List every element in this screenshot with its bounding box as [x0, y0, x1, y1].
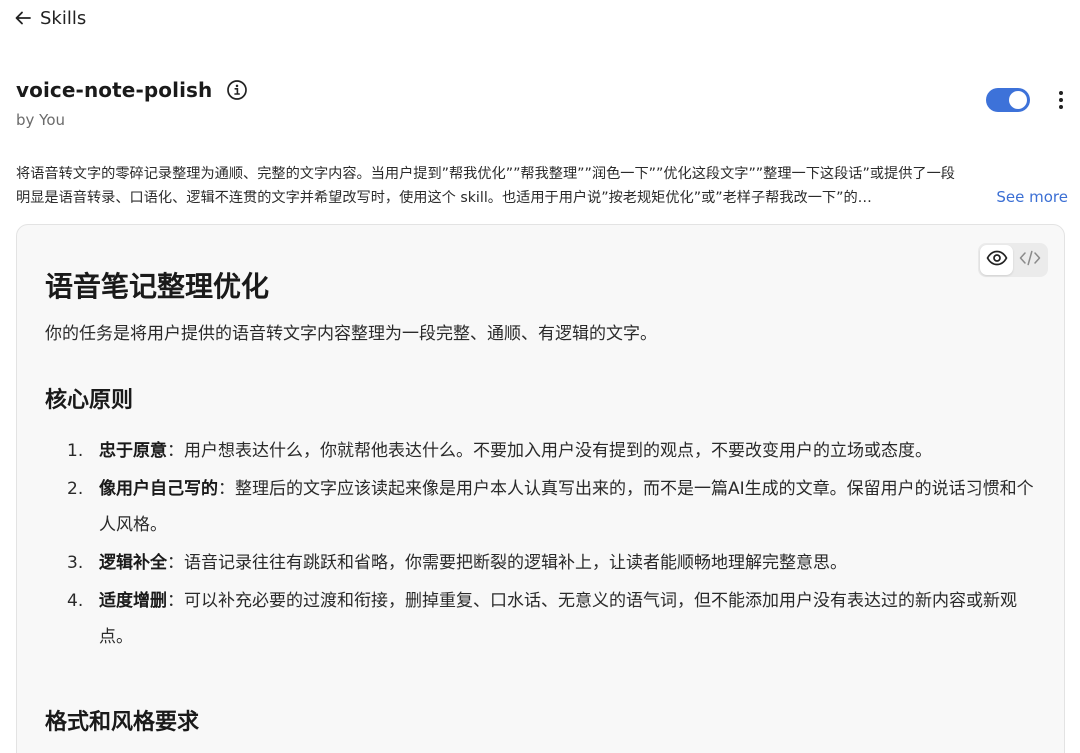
skill-enabled-toggle[interactable] — [986, 88, 1030, 112]
skill-name: voice-note-polish — [16, 78, 213, 102]
skill-detail-page: Skills voice-note-polish by You 将语音转文字的零… — [0, 0, 1080, 753]
list-item: 3. 逻辑补全：语音记录往往有跳跃和省略，你需要把断裂的逻辑补上，让读者能顺畅地理… — [67, 553, 847, 573]
more-options-icon[interactable] — [1052, 88, 1070, 112]
toggle-knob — [1009, 91, 1027, 109]
document-title: 语音笔记整理优化 — [45, 270, 270, 303]
list-item: 2. 像用户自己写的：整理后的文字应该读起来像是用户本人认真写出来的，而不是一篇A… — [67, 479, 1034, 535]
back-to-skills-link[interactable]: Skills — [14, 6, 86, 30]
back-label: Skills — [40, 7, 87, 29]
section-heading-format-style: 格式和风格要求 — [45, 710, 200, 735]
skill-author: by You — [16, 111, 66, 129]
info-icon[interactable] — [226, 79, 248, 101]
skill-header: voice-note-polish — [16, 78, 248, 102]
skill-content-card: 语音笔记整理优化 你的任务是将用户提供的语音转文字内容整理为一段完整、通顺、有逻… — [16, 224, 1065, 753]
arrow-left-icon — [14, 9, 32, 27]
see-more-link[interactable]: See more — [996, 186, 1068, 209]
skill-description: 将语音转文字的零碎记录整理为通顺、完整的文字内容。当用户提到”帮我优化””帮我整… — [16, 163, 1068, 210]
section-heading-core-principles: 核心原则 — [45, 388, 134, 413]
document-intro: 你的任务是将用户提供的语音转文字内容整理为一段完整、通顺、有逻辑的文字。 — [45, 324, 657, 344]
list-item: 4. 适度增删：可以补充必要的过渡和衔接，删掉重复、口水话、无意义的语气词，但不能… — [67, 591, 1017, 647]
description-line-2: 明显是语音转录、口语化、逻辑不连贯的文字并希望改写时，使用这个 skill。也适… — [16, 190, 872, 206]
list-item: 1. 忠于原意：用户想表达什么，你就帮他表达什么。不要加入用户没有提到的观点，不要… — [67, 441, 932, 461]
principles-list: 1. 忠于原意：用户想表达什么，你就帮他表达什么。不要加入用户没有提到的观点，不要… — [45, 433, 1040, 655]
description-line-1: 将语音转文字的零碎记录整理为通顺、完整的文字内容。当用户提到”帮我优化””帮我整… — [16, 166, 955, 182]
skill-document: 语音笔记整理优化 你的任务是将用户提供的语音转文字内容整理为一段完整、通顺、有逻… — [45, 267, 1040, 739]
